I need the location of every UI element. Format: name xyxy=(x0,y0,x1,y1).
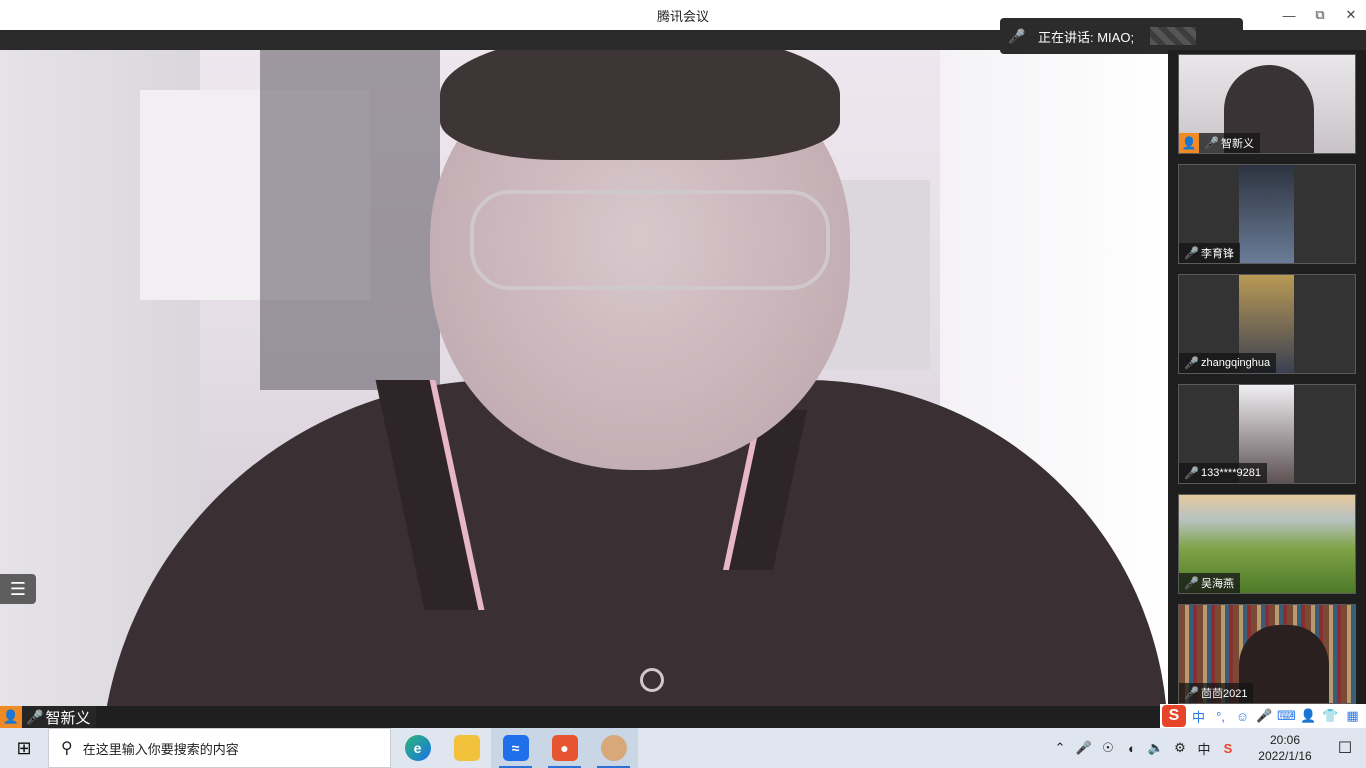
taskbar-app-edge[interactable]: e xyxy=(393,728,442,768)
system-tray: ⌃ 🎤 ☉ ◐ 🔈 ⚙ 中 S 20:06 2022/1/16 ☐ xyxy=(1048,728,1366,768)
avatar-app-icon xyxy=(600,735,627,761)
list-toggle-button[interactable]: ☰ xyxy=(0,574,36,604)
participant-name: zhangqinghua xyxy=(1201,357,1271,369)
participant-tile[interactable]: 🎤 茴茴2021 xyxy=(1178,604,1356,704)
user-icon[interactable]: 👤 xyxy=(1299,708,1318,724)
participant-name: 茴茴2021 xyxy=(1201,688,1248,700)
main-speaker-name: 智新义 xyxy=(45,709,91,727)
taskbar-app-avatar[interactable] xyxy=(589,728,638,768)
clock[interactable]: 20:06 2022/1/16 xyxy=(1246,732,1324,764)
microphone-muted-icon: 🎤 xyxy=(1184,576,1199,590)
skin-icon[interactable]: 👕 xyxy=(1321,708,1340,724)
minimize-icon[interactable]: — xyxy=(1274,0,1304,30)
microphone-muted-icon: 🎤 xyxy=(1184,686,1199,700)
ime-language[interactable]: 中 xyxy=(1189,707,1208,726)
speaking-indicator: 🎤 正在讲话: MIAO; xyxy=(1000,18,1243,54)
clock-time: 20:06 xyxy=(1269,733,1301,747)
microphone-muted-icon: 🎤 xyxy=(1184,246,1199,260)
participant-sidebar[interactable]: 👤 🎤 智新义 🎤 李育锋 🎤 zhangqinghua 🎤 133****92… xyxy=(1168,50,1366,706)
emoji-icon[interactable]: ☺ xyxy=(1233,709,1252,724)
participant-tile[interactable]: 👤 🎤 智新义 xyxy=(1178,54,1356,154)
search-icon: ⚲ xyxy=(61,740,73,757)
sogou-tray-icon[interactable]: S xyxy=(1216,741,1240,756)
participant-tile[interactable]: 🎤 133****9281 xyxy=(1178,384,1356,484)
microphone-muted-icon: 🎤 xyxy=(1184,356,1199,370)
taskbar-search[interactable]: ⚲ 在这里输入你要搜索的内容 xyxy=(48,728,391,768)
voice-icon[interactable]: 🎤 xyxy=(1255,708,1274,724)
network-icon[interactable]: ◐ xyxy=(1120,741,1144,756)
input-language[interactable]: 中 xyxy=(1192,739,1216,758)
taskbar: ⊞ ⚲ 在这里输入你要搜索的内容 e ≈ ● ⌃ 🎤 ☉ ◐ 🔈 ⚙ 中 S 2… xyxy=(0,728,1366,768)
host-icon: 👤 xyxy=(0,706,22,728)
taskbar-app-tencent-meeting[interactable]: ≈ xyxy=(491,728,540,768)
recorder-icon: ● xyxy=(551,735,578,761)
list-icon: ☰ xyxy=(9,578,27,599)
microphone-muted-icon: 🎤 xyxy=(1184,466,1199,480)
participant-name: 智新义 xyxy=(1221,138,1254,150)
sogou-logo-icon[interactable]: S xyxy=(1162,705,1186,727)
window-title: 腾讯会议 xyxy=(656,8,709,24)
chevron-up-icon[interactable]: ⌃ xyxy=(1048,740,1072,756)
microphone-icon: 🎤 xyxy=(1204,136,1219,150)
participant-name: 吴海燕 xyxy=(1201,578,1234,590)
participant-tile[interactable]: 🎤 zhangqinghua xyxy=(1178,274,1356,374)
volume-icon[interactable]: 🔈 xyxy=(1144,740,1168,756)
microphone-icon: 🎤 xyxy=(26,708,44,725)
toolbox-icon[interactable]: ▦ xyxy=(1343,708,1362,724)
windows-start-icon[interactable]: ⊞ xyxy=(0,728,48,768)
speaking-label: 正在讲话: MIAO; xyxy=(1038,29,1135,45)
participant-name: 李育锋 xyxy=(1201,248,1234,260)
participant-tile[interactable]: 🎤 李育锋 xyxy=(1178,164,1356,264)
main-video[interactable] xyxy=(0,50,1168,706)
participant-tile[interactable]: 🎤 吴海燕 xyxy=(1178,494,1356,594)
participant-name: 133****9281 xyxy=(1201,467,1261,479)
notification-icon[interactable]: ☐ xyxy=(1324,728,1366,768)
microphone-icon[interactable]: 🎤 xyxy=(1072,740,1096,756)
microphone-icon: 🎤 xyxy=(1008,27,1026,44)
tencent-meeting-icon: ≈ xyxy=(502,735,529,761)
keyboard-icon[interactable]: ⌨ xyxy=(1277,708,1296,724)
host-icon: 👤 xyxy=(1179,133,1199,153)
punctuation-icon[interactable]: °, xyxy=(1211,709,1230,724)
restore-icon[interactable]: ⧉ xyxy=(1305,0,1335,30)
taskbar-app-explorer[interactable] xyxy=(442,728,491,768)
qq-icon[interactable]: ⚙ xyxy=(1168,740,1192,756)
ime-toolbar[interactable]: S 中 °, ☺ 🎤 ⌨ 👤 👕 ▦ xyxy=(1160,704,1366,728)
close-icon[interactable]: ✕ xyxy=(1336,0,1366,30)
search-placeholder: 在这里输入你要搜索的内容 xyxy=(82,741,239,757)
security-icon[interactable]: ☉ xyxy=(1096,740,1120,756)
clock-date: 2022/1/16 xyxy=(1258,749,1312,763)
main-speaker-bar: 👤 🎤 智新义 xyxy=(0,706,1168,728)
taskbar-app-recorder[interactable]: ● xyxy=(540,728,589,768)
edge-icon: e xyxy=(404,735,431,761)
folder-icon xyxy=(453,735,480,761)
window-controls: — ⧉ ✕ xyxy=(1273,0,1366,30)
speaking-mosaic xyxy=(1150,27,1197,45)
